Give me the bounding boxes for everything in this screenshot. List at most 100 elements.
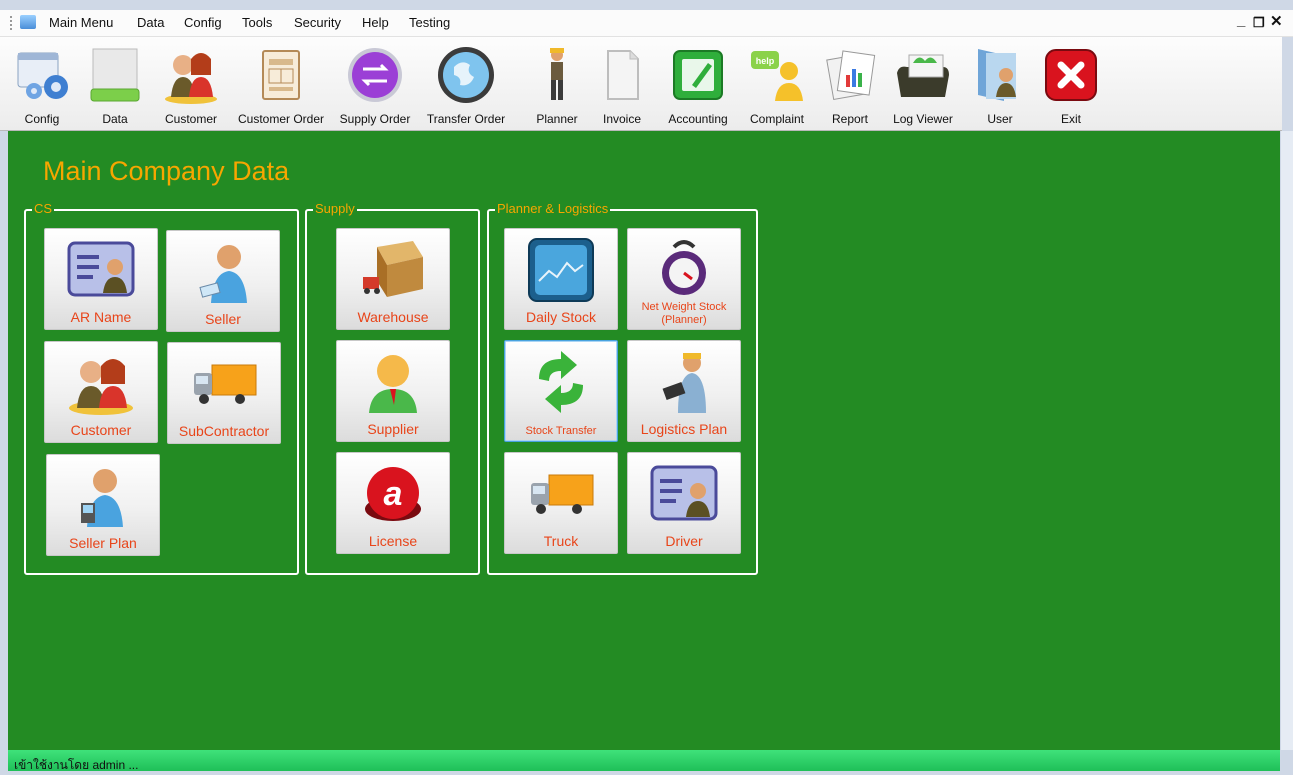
toolbar-label: Transfer Order xyxy=(426,112,506,126)
customer-icon xyxy=(69,359,133,415)
button-label: Seller Plan xyxy=(69,535,137,551)
window-edge xyxy=(1281,131,1293,750)
toolbar-exit-button[interactable]: Exit xyxy=(1040,37,1102,130)
toolbar-label: Data xyxy=(102,112,128,126)
toolbar-config-button[interactable]: Config xyxy=(6,37,78,130)
order-form-icon xyxy=(262,50,300,100)
toolbar-report-button[interactable]: Report xyxy=(822,37,878,130)
inspector-icon xyxy=(662,353,706,413)
toolbar-label: Supply Order xyxy=(339,112,411,126)
toolbar-label: Planner xyxy=(536,112,578,126)
seller-plan-button[interactable]: Seller Plan xyxy=(46,454,160,556)
scale-icon xyxy=(662,240,706,295)
license-button[interactable]: a License xyxy=(336,452,450,554)
toolbar-label: User xyxy=(987,112,1013,126)
button-label: Customer xyxy=(70,422,132,438)
stock-transfer-button[interactable]: Stock Transfer xyxy=(504,340,618,442)
logistics-plan-button[interactable]: Logistics Plan xyxy=(627,340,741,442)
id-card-icon xyxy=(650,465,718,521)
button-label: Seller xyxy=(205,311,241,327)
toolbar-label: Customer xyxy=(164,112,217,126)
group-label: CS xyxy=(32,201,55,216)
menu-config[interactable]: Config xyxy=(184,15,222,30)
toolbar-label: Invoice xyxy=(602,112,642,126)
id-card-icon xyxy=(67,241,135,297)
customer-button[interactable]: Customer xyxy=(44,341,158,443)
button-label: Warehouse xyxy=(357,309,429,325)
group-label: Planner & Logistics xyxy=(495,201,611,216)
menu-bar: Main Menu Data Config Tools Security Hel… xyxy=(0,10,1293,37)
toolbar-user-button[interactable]: User xyxy=(972,37,1028,130)
customer-icon xyxy=(165,53,217,104)
toolbar-log-viewer-button[interactable]: Log Viewer xyxy=(884,37,962,130)
config-gear-icon xyxy=(17,52,68,99)
group-label: Supply xyxy=(313,201,357,216)
menu-grip xyxy=(10,16,15,30)
button-label: Supplier xyxy=(367,421,419,437)
truck-button[interactable]: Truck xyxy=(504,452,618,554)
svg-text:a: a xyxy=(384,475,403,513)
svg-text:help: help xyxy=(756,56,775,66)
refresh-arrows-icon xyxy=(539,351,583,413)
button-label: Net Weight Stock (Planner) xyxy=(641,301,727,326)
toolbar-transfer-order-button[interactable]: Transfer Order xyxy=(420,37,512,130)
toolbar-customer-order-button[interactable]: Customer Order xyxy=(232,37,330,130)
help-icon: help xyxy=(751,51,803,101)
toolbar-data-button[interactable]: Data xyxy=(84,37,146,130)
button-label: Truck xyxy=(543,533,579,549)
stock-chart-icon xyxy=(528,238,594,302)
toolbar-planner-button[interactable]: Planner xyxy=(526,37,588,130)
toolbar-customer-button[interactable]: Customer xyxy=(158,37,224,130)
supplier-button[interactable]: Supplier xyxy=(336,340,450,442)
menu-security[interactable]: Security xyxy=(294,15,341,30)
button-label: Daily Stock xyxy=(525,309,597,325)
seller-icon xyxy=(199,245,247,303)
main-panel: Main Company Data CS AR Name Seller Cust… xyxy=(8,131,1280,750)
folder-icon xyxy=(897,54,949,97)
toolbar-accounting-button[interactable]: Accounting xyxy=(662,37,734,130)
close-button[interactable]: ✕ xyxy=(1270,12,1283,30)
toolbar-label: Exit xyxy=(1060,112,1081,126)
status-bar: เข้าใช้งานโดย admin ... xyxy=(8,750,1280,772)
restore-button[interactable]: ❐ xyxy=(1253,15,1265,31)
toolbar-supply-order-button[interactable]: Supply Order xyxy=(336,37,414,130)
truck-icon xyxy=(194,364,257,404)
menu-help[interactable]: Help xyxy=(362,15,389,30)
exit-icon xyxy=(1045,49,1097,101)
purple-arrows-icon xyxy=(348,48,402,102)
toolbar-label: Accounting xyxy=(668,112,728,126)
toolbar-label: Log Viewer xyxy=(893,112,953,126)
minimize-button[interactable]: _ xyxy=(1237,12,1245,29)
seller-button[interactable]: Seller xyxy=(166,230,280,332)
supplier-icon xyxy=(369,355,417,413)
button-label: AR Name xyxy=(70,309,132,325)
truck-icon xyxy=(531,474,594,514)
globe-icon xyxy=(438,47,494,103)
menu-main-menu[interactable]: Main Menu xyxy=(49,15,113,30)
button-label: License xyxy=(368,533,418,549)
green-pen-icon xyxy=(673,50,723,100)
subcontractor-button[interactable]: SubContractor xyxy=(167,342,281,444)
warehouse-button[interactable]: Warehouse xyxy=(336,228,450,330)
user-folder-icon xyxy=(978,49,1016,101)
license-icon: a xyxy=(365,467,421,521)
drive-icon xyxy=(90,48,140,102)
toolbar-label: Customer Order xyxy=(237,112,325,126)
toolbar-complaint-button[interactable]: help Complaint xyxy=(740,37,814,130)
ar-name-button[interactable]: AR Name xyxy=(44,228,158,330)
button-label: Driver xyxy=(665,533,703,549)
worker-icon xyxy=(550,48,564,100)
button-label: SubContractor xyxy=(178,423,270,439)
warehouse-icon xyxy=(363,241,423,297)
page-title: Main Company Data xyxy=(43,156,290,186)
menu-tools[interactable]: Tools xyxy=(242,15,272,30)
app-icon xyxy=(20,15,36,29)
net-weight-stock-button[interactable]: Net Weight Stock (Planner) xyxy=(627,228,741,330)
menu-testing[interactable]: Testing xyxy=(409,15,450,30)
document-icon xyxy=(607,50,639,100)
menu-data[interactable]: Data xyxy=(137,15,164,30)
toolbar-invoice-button[interactable]: Invoice xyxy=(594,37,650,130)
status-text: เข้าใช้งานโดย admin ... xyxy=(14,758,139,772)
daily-stock-button[interactable]: Daily Stock xyxy=(504,228,618,330)
driver-button[interactable]: Driver xyxy=(627,452,741,554)
